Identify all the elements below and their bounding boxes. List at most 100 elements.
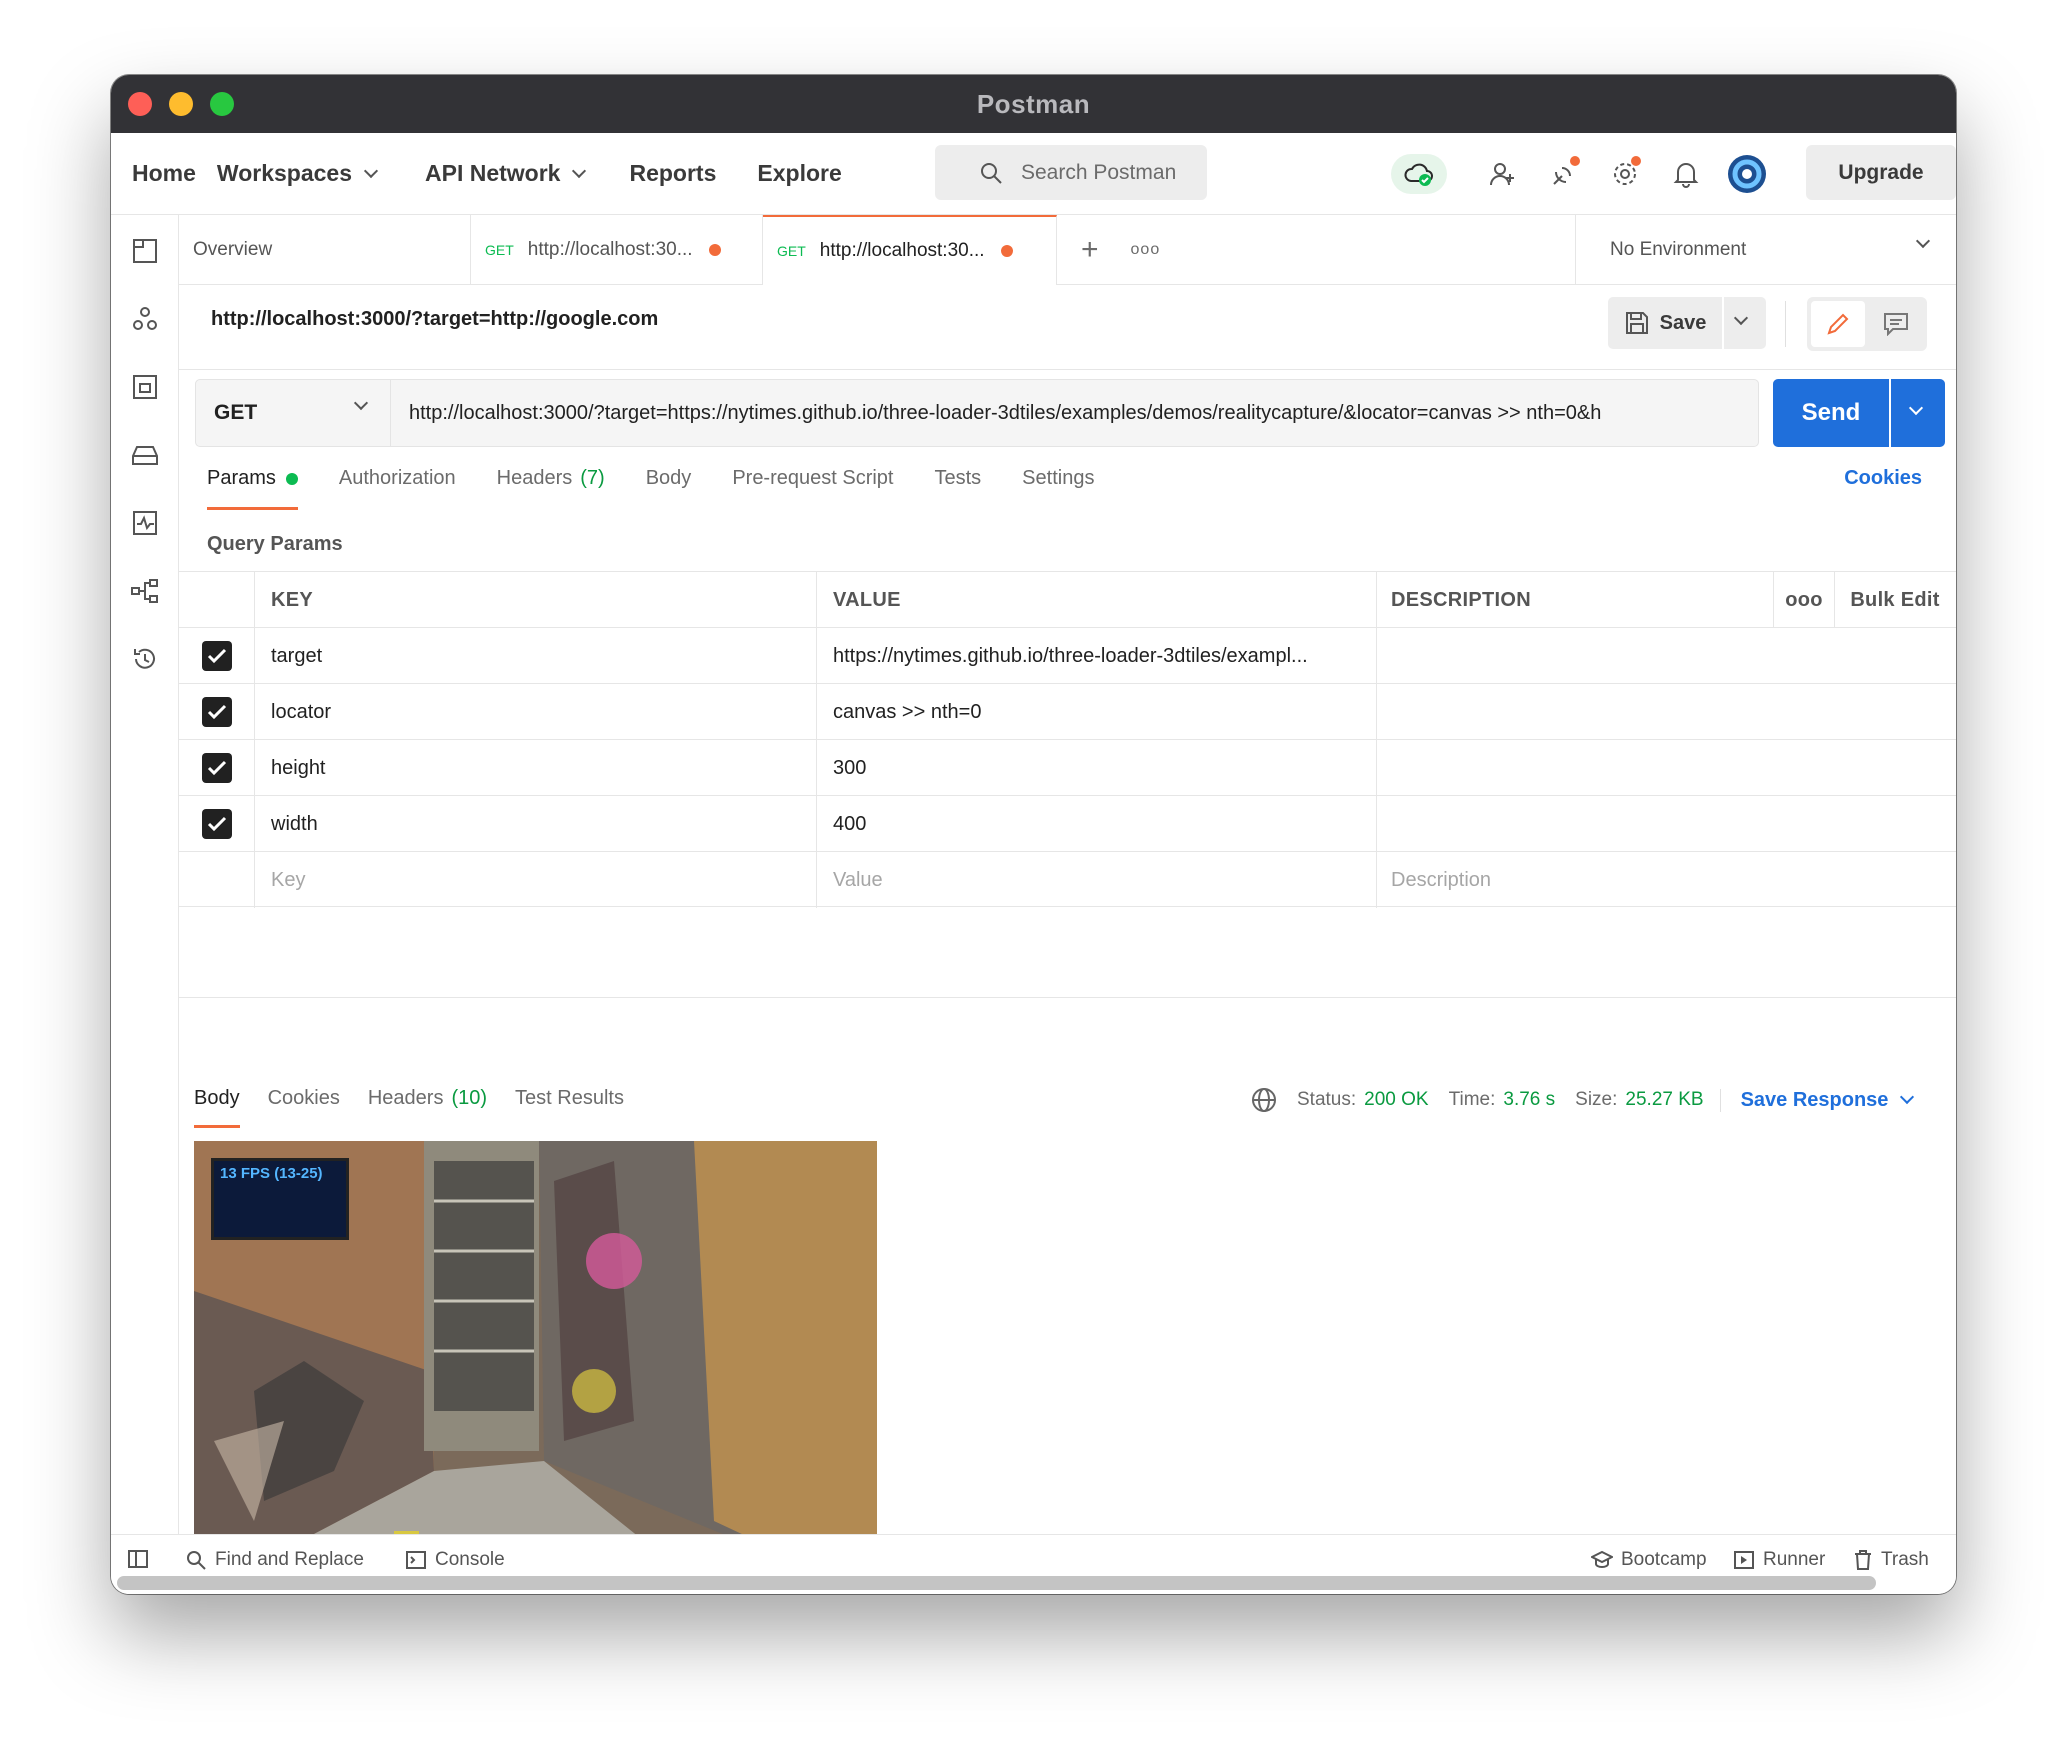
tab-body[interactable]: Body xyxy=(646,467,692,490)
chevron-down-icon xyxy=(1733,310,1749,326)
save-response-button[interactable]: Save Response xyxy=(1719,1088,1915,1112)
tab-settings[interactable]: Settings xyxy=(1022,467,1094,490)
param-value[interactable]: https://nytimes.github.io/three-loader-3… xyxy=(817,628,1377,684)
tab-request-2[interactable]: GET http://localhost:30... xyxy=(763,215,1057,285)
tab-authorization[interactable]: Authorization xyxy=(339,467,456,490)
row-checkbox[interactable] xyxy=(201,697,232,727)
close-window-button[interactable] xyxy=(128,92,152,116)
bell-icon[interactable] xyxy=(1666,154,1706,194)
new-tab-button[interactable]: + xyxy=(1057,215,1099,284)
globe-icon[interactable] xyxy=(1251,1087,1277,1113)
url-input[interactable]: http://localhost:3000/?target=https://ny… xyxy=(391,379,1759,447)
nav-workspaces[interactable]: Workspaces xyxy=(217,160,379,187)
nav-reports[interactable]: Reports xyxy=(629,160,716,187)
save-icon xyxy=(1625,312,1648,334)
param-key[interactable]: height xyxy=(255,740,817,796)
tab-overview[interactable]: Overview xyxy=(179,215,471,285)
param-description[interactable] xyxy=(1377,684,1955,740)
apis-icon[interactable] xyxy=(129,303,161,335)
response-tab-cookies[interactable]: Cookies xyxy=(268,1087,340,1110)
tab-tests[interactable]: Tests xyxy=(934,467,981,490)
graduation-cap-icon xyxy=(1591,1550,1613,1568)
new-description-input[interactable]: Description xyxy=(1377,852,1955,908)
monitors-icon[interactable] xyxy=(129,507,161,539)
console-label: Console xyxy=(435,1549,505,1570)
param-key[interactable]: width xyxy=(255,796,817,852)
invite-user-icon[interactable] xyxy=(1483,154,1523,194)
chevron-down-icon xyxy=(1900,1089,1915,1105)
checkmark-icon xyxy=(207,760,226,776)
flows-icon[interactable] xyxy=(129,575,161,607)
row-checkbox-cell xyxy=(179,740,255,796)
response-tab-body[interactable]: Body xyxy=(194,1087,240,1128)
satellite-icon[interactable] xyxy=(1544,154,1584,194)
edit-mode-button[interactable] xyxy=(1811,301,1865,347)
cookies-link[interactable]: Cookies xyxy=(1844,467,1922,490)
mock-servers-icon[interactable] xyxy=(129,439,161,471)
horizontal-scrollbar[interactable] xyxy=(117,1576,1876,1590)
param-value[interactable]: 300 xyxy=(817,740,1377,796)
sync-status-icon[interactable] xyxy=(1391,154,1447,194)
params-active-dot xyxy=(285,472,298,485)
response-tabs: Body Cookies Headers (10) Test Results xyxy=(194,1087,652,1128)
param-description[interactable] xyxy=(1377,796,1955,852)
console-button[interactable]: Console xyxy=(405,1549,505,1571)
search-icon xyxy=(187,1551,206,1570)
table-options-button[interactable]: ooo xyxy=(1773,572,1835,628)
param-value[interactable]: canvas >> nth=0 xyxy=(817,684,1377,740)
runner-icon xyxy=(1734,1551,1754,1569)
row-checkbox[interactable] xyxy=(201,753,232,783)
environment-selector[interactable]: No Environment xyxy=(1575,215,1956,285)
bulk-edit-button[interactable]: Bulk Edit xyxy=(1835,572,1955,628)
history-icon[interactable] xyxy=(129,643,161,675)
request-name[interactable]: http://localhost:3000/?target=http://goo… xyxy=(211,308,658,331)
save-options-button[interactable] xyxy=(1724,297,1766,349)
toggle-sidebar-icon[interactable] xyxy=(127,1549,157,1569)
row-checkbox[interactable] xyxy=(201,809,232,839)
bootcamp-button[interactable]: Bootcamp xyxy=(1591,1549,1707,1571)
response-image-preview: 13 FPS (13-25) <> xyxy=(194,1141,877,1594)
param-key[interactable]: target xyxy=(255,628,817,684)
settings-gear-icon[interactable] xyxy=(1605,154,1645,194)
send-button[interactable]: Send xyxy=(1773,379,1889,447)
nav-api-network[interactable]: API Network xyxy=(425,160,587,187)
response-tab-test-results[interactable]: Test Results xyxy=(515,1087,624,1110)
nav-home[interactable]: Home xyxy=(132,160,196,187)
tab-more-button[interactable]: ooo xyxy=(1099,215,1161,284)
nav-explore[interactable]: Explore xyxy=(757,160,841,187)
tab-request-1[interactable]: GET http://localhost:30... xyxy=(471,215,763,285)
environments-icon[interactable] xyxy=(129,371,161,403)
time-value[interactable]: 3.76 s xyxy=(1503,1089,1555,1111)
avatar[interactable] xyxy=(1727,154,1767,194)
trash-button[interactable]: Trash xyxy=(1853,1549,1929,1571)
collections-icon[interactable] xyxy=(129,235,161,267)
minimize-window-button[interactable] xyxy=(169,92,193,116)
send-options-button[interactable] xyxy=(1891,379,1945,447)
comments-button[interactable] xyxy=(1869,301,1923,347)
search-bar[interactable]: Search Postman xyxy=(935,145,1207,200)
size-value[interactable]: 25.27 KB xyxy=(1625,1089,1703,1111)
tab-pre-request-script[interactable]: Pre-request Script xyxy=(732,467,893,490)
param-description[interactable] xyxy=(1377,628,1955,684)
find-and-replace-button[interactable]: Find and Replace xyxy=(185,1549,364,1571)
response-tab-headers[interactable]: Headers (10) xyxy=(368,1087,487,1110)
query-params-title: Query Params xyxy=(207,533,343,555)
param-key[interactable]: locator xyxy=(255,684,817,740)
tab-headers[interactable]: Headers (7) xyxy=(497,467,605,490)
maximize-window-button[interactable] xyxy=(210,92,234,116)
save-button[interactable]: Save xyxy=(1608,297,1722,349)
tab-params[interactable]: Params xyxy=(207,467,298,510)
new-key-input[interactable]: Key xyxy=(255,852,817,908)
title-bar: Postman xyxy=(111,75,1956,133)
runner-button[interactable]: Runner xyxy=(1733,1549,1825,1571)
upgrade-button[interactable]: Upgrade xyxy=(1806,145,1956,200)
row-checkbox[interactable] xyxy=(201,641,232,671)
row-checkbox-cell xyxy=(179,796,255,852)
param-description[interactable] xyxy=(1377,740,1955,796)
new-value-input[interactable]: Value xyxy=(817,852,1377,908)
unsaved-dot xyxy=(708,244,721,256)
method-selector[interactable]: GET xyxy=(195,379,391,447)
status-value[interactable]: 200 OK xyxy=(1364,1089,1428,1111)
chevron-down-icon xyxy=(353,395,369,411)
param-value[interactable]: 400 xyxy=(817,796,1377,852)
